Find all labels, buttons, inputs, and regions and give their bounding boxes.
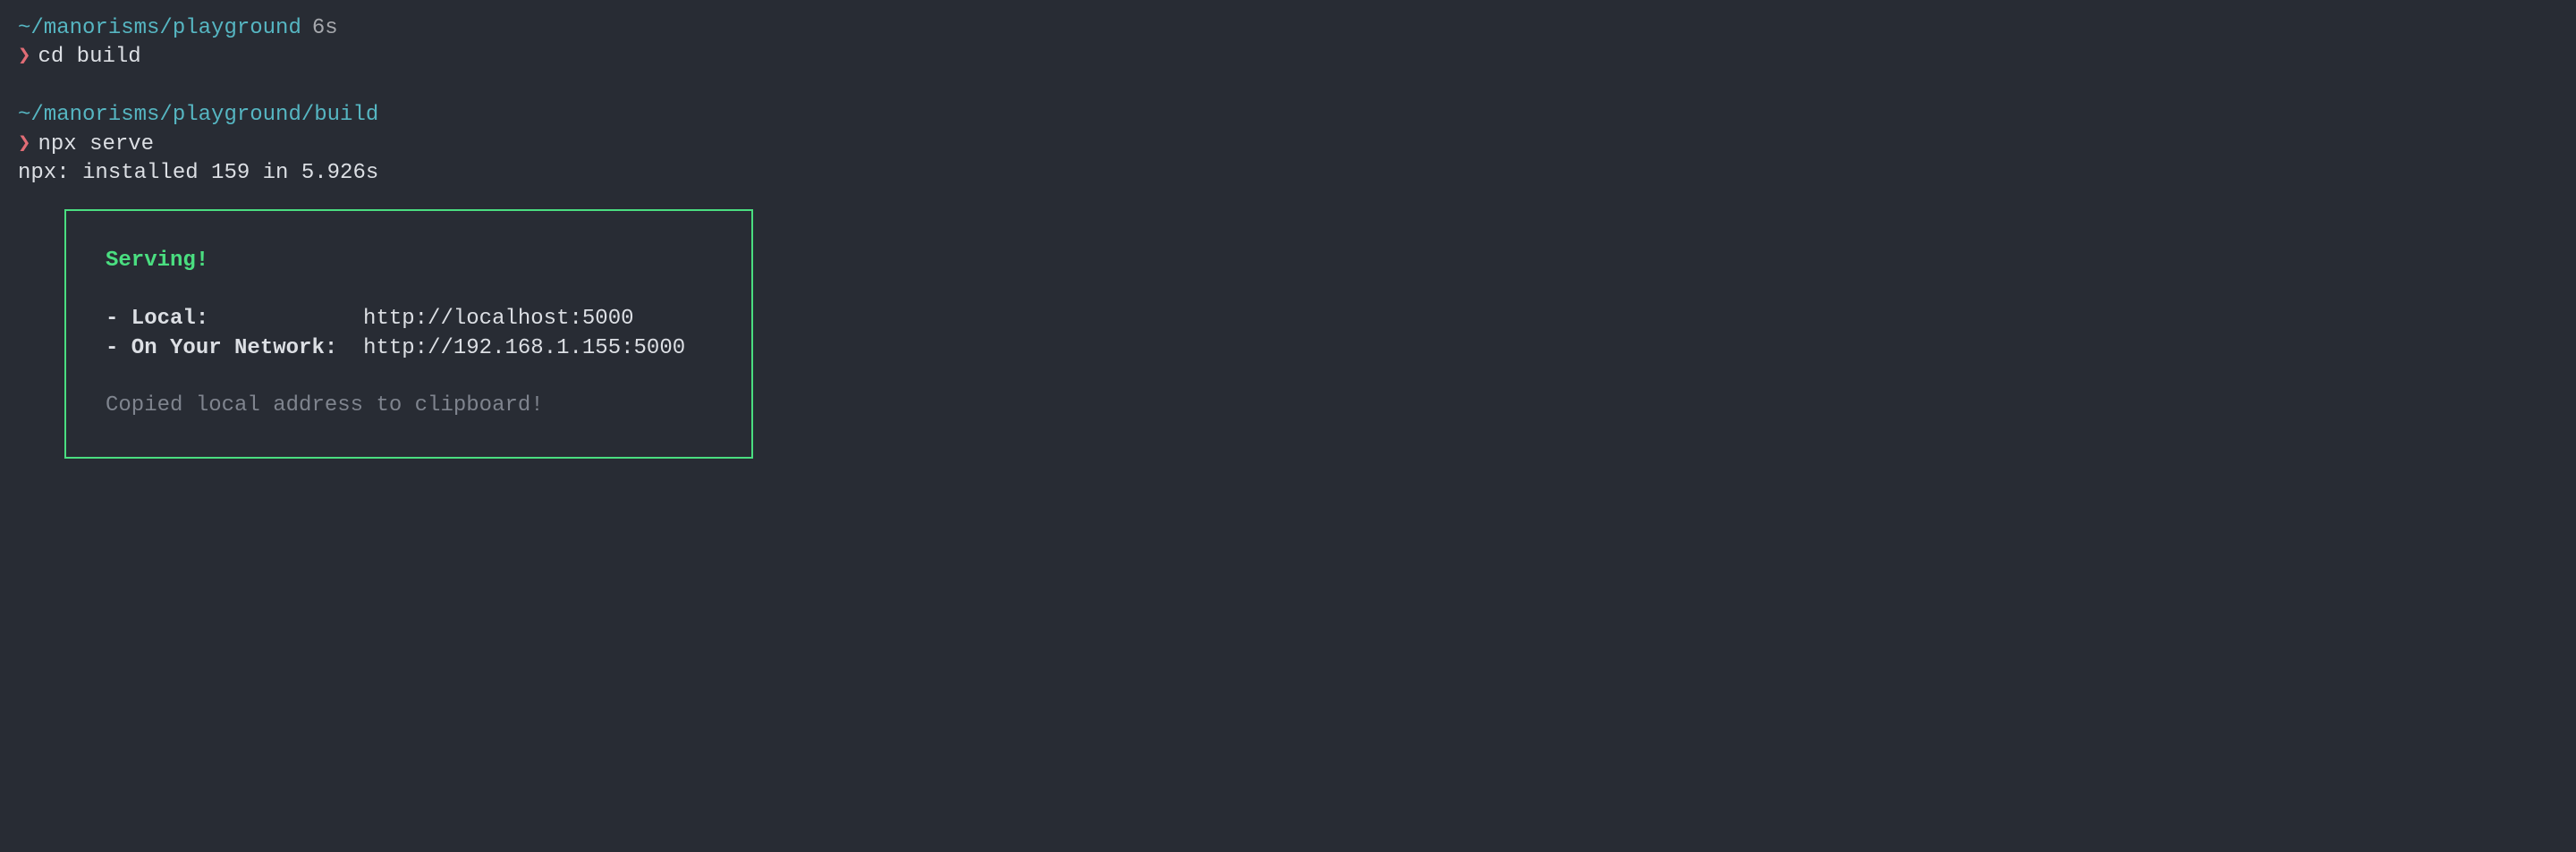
blank-line: [18, 72, 2558, 101]
npx-install-output: npx: installed 159 in 5.926s: [18, 159, 2558, 188]
local-label: - Local:: [106, 307, 208, 331]
local-url: http://localhost:5000: [363, 307, 633, 331]
serve-info-box: Serving! - Local: http://localhost:5000 …: [64, 209, 753, 458]
prompt-line-2: ~/manorisms/playground/build: [18, 101, 2558, 130]
network-label: - On Your Network:: [106, 336, 337, 360]
prompt-chevron-icon: ❯: [18, 132, 30, 156]
network-url: http://192.168.1.155:5000: [363, 336, 685, 360]
serving-title: Serving!: [106, 247, 712, 275]
cwd-path: ~/manorisms/playground: [18, 16, 301, 40]
terminal-output[interactable]: ~/manorisms/playground 6s ❯ cd build ~/man…: [18, 14, 2558, 459]
command-text: cd build: [38, 45, 140, 69]
local-url-row: - Local: http://localhost:5000: [106, 305, 712, 333]
command-line-1: ❯ cd build: [18, 43, 2558, 72]
cwd-path: ~/manorisms/playground/build: [18, 103, 378, 127]
command-text: npx serve: [38, 132, 154, 156]
network-url-row: - On Your Network: http://192.168.1.155:…: [106, 334, 712, 363]
command-line-2: ❯ npx serve: [18, 131, 2558, 159]
elapsed-time: 6s: [312, 16, 338, 40]
prompt-chevron-icon: ❯: [18, 45, 30, 69]
prompt-line-1: ~/manorisms/playground 6s: [18, 14, 2558, 43]
clipboard-copied-message: Copied local address to clipboard!: [106, 392, 712, 420]
